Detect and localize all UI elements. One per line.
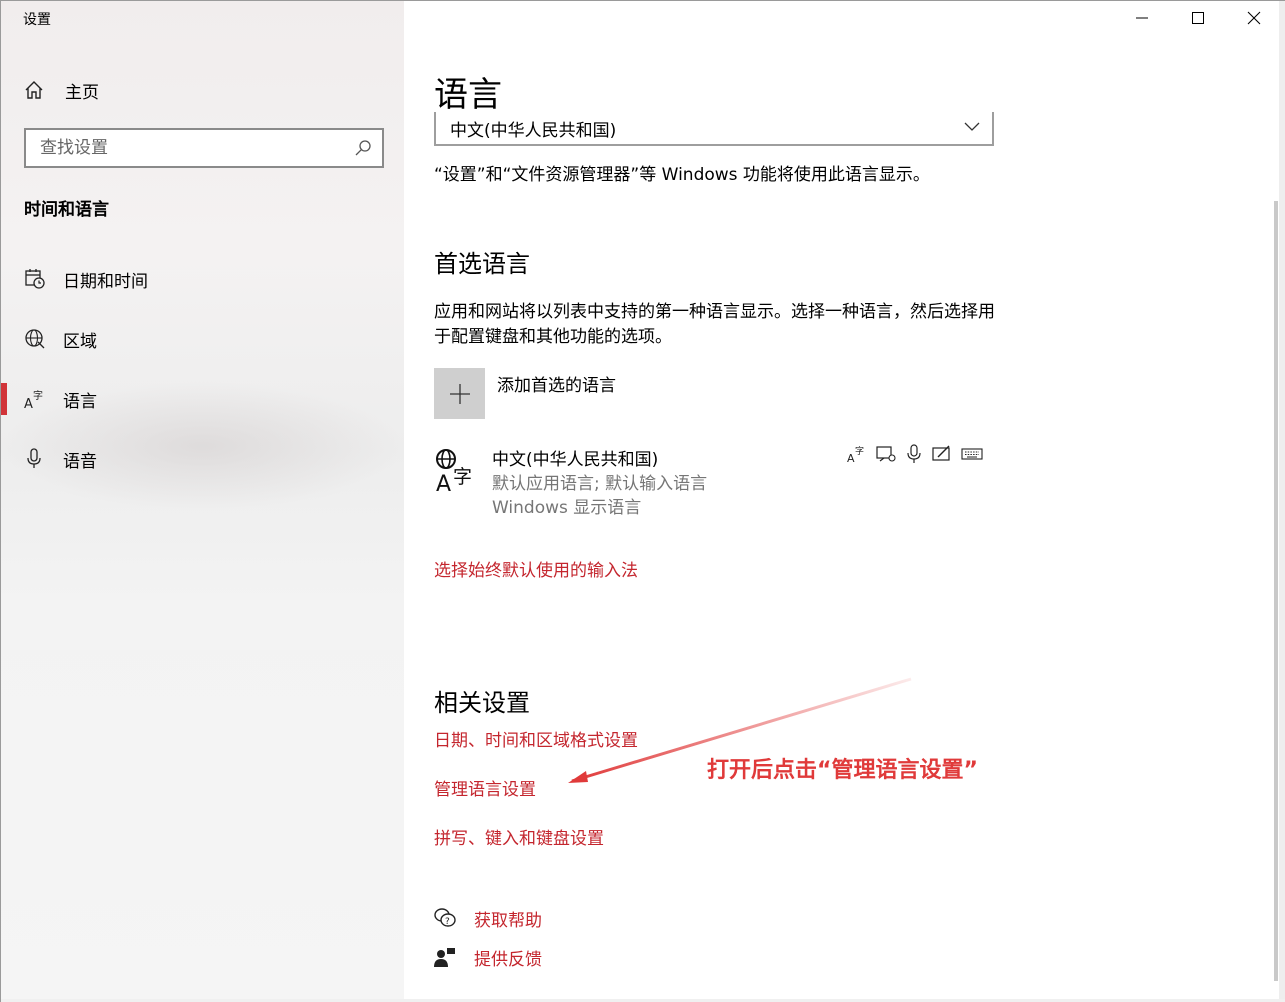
svg-text:A: A: [847, 452, 855, 464]
search-icon: [355, 140, 371, 156]
home-label: 主页: [65, 82, 99, 103]
feedback-label: 提供反馈: [474, 950, 542, 970]
get-help-label: 获取帮助: [474, 911, 542, 931]
sidebar-item-label: 语言: [63, 392, 97, 412]
search-input[interactable]: [40, 138, 340, 158]
feedback-link[interactable]: 提供反馈: [434, 943, 734, 971]
language-globe-icon: A 字: [436, 449, 472, 493]
preferred-languages-heading: 首选语言: [434, 250, 530, 278]
sidebar-item-region[interactable]: 区域: [1, 319, 404, 359]
svg-text:?: ?: [445, 917, 450, 927]
manage-language-settings-link[interactable]: 管理语言设置: [434, 775, 536, 800]
input-method-link[interactable]: 选择始终默认使用的输入法: [434, 556, 638, 581]
get-help-link[interactable]: ? 获取帮助: [434, 904, 734, 932]
language-icon: A 字: [24, 389, 43, 410]
display-language-description: “设置”和“文件资源管理器”等 Windows 功能将使用此语言显示。: [434, 165, 930, 185]
plus-icon: [450, 384, 470, 404]
annotation-text: 打开后点击“管理语言设置”: [707, 758, 978, 783]
sidebar-item-date-time[interactable]: 日期和时间: [1, 259, 404, 299]
language-pack-icon: A 字: [847, 445, 864, 464]
related-settings-heading: 相关设置: [434, 689, 530, 717]
home-icon: [25, 81, 43, 99]
sidebar-item-label: 日期和时间: [63, 272, 148, 292]
microphone-icon: [27, 448, 41, 468]
main-content: 语言 中文(中华人民共和国) “设置”和“文件资源管理器”等 Windows 功…: [404, 1, 1284, 1001]
svg-text:字: 字: [33, 389, 43, 402]
chevron-down-icon: [964, 122, 980, 131]
spelling-typing-keyboard-link[interactable]: 拼写、键入和键盘设置: [434, 824, 604, 849]
svg-text:字: 字: [855, 445, 864, 457]
display-language-value: 中文(中华人民共和国): [450, 121, 617, 141]
handwriting-icon: [932, 445, 950, 461]
add-icon-box: [434, 368, 485, 419]
add-language-label: 添加首选的语言: [497, 376, 616, 396]
page-title: 语言: [434, 75, 502, 115]
help-chat-icon: ?: [434, 908, 456, 927]
feedback-icon: [434, 948, 455, 967]
home-button[interactable]: 主页: [23, 75, 383, 105]
language-list-item[interactable]: A 字 中文(中华人民共和国) 默认应用语言; 默认输入语言 Windows 显…: [434, 444, 994, 519]
svg-text:字: 字: [453, 466, 472, 488]
language-display-status: Windows 显示语言: [492, 498, 642, 518]
calendar-clock-icon: [25, 269, 45, 289]
sidebar-item-speech[interactable]: 语音: [1, 439, 404, 479]
scrollbar[interactable]: [1274, 201, 1278, 981]
microphone-icon: [907, 444, 921, 463]
keyboard-icon: [961, 448, 983, 460]
settings-window: 设置 主页 时间和语言 日期和时间: [0, 0, 1285, 1002]
language-name: 中文(中华人民共和国): [492, 450, 659, 470]
add-language-button[interactable]: 添加首选的语言: [434, 368, 734, 420]
language-status: 默认应用语言; 默认输入语言: [492, 474, 708, 494]
window-right-edge: [1279, 1, 1285, 1002]
sidebar-item-label: 语音: [63, 452, 97, 472]
svg-text:A: A: [24, 397, 33, 410]
window-title: 设置: [23, 12, 51, 28]
date-time-region-link[interactable]: 日期、时间和区域格式设置: [434, 726, 638, 751]
sidebar-section-title: 时间和语言: [24, 200, 109, 220]
sidebar: 设置 主页 时间和语言 日期和时间: [1, 1, 404, 1001]
display-language-dropdown[interactable]: 中文(中华人民共和国): [434, 112, 994, 146]
svg-text:A: A: [436, 472, 451, 493]
search-box[interactable]: [24, 128, 384, 168]
globe-region-icon: [25, 329, 45, 349]
sidebar-item-label: 区域: [63, 332, 97, 352]
preferred-languages-description: 应用和网站将以列表中支持的第一种语言显示。选择一种语言，然后选择用于配置键盘和其…: [434, 302, 995, 347]
sidebar-item-language[interactable]: A 字 语言: [1, 379, 404, 419]
text-to-speech-icon: [876, 446, 896, 462]
